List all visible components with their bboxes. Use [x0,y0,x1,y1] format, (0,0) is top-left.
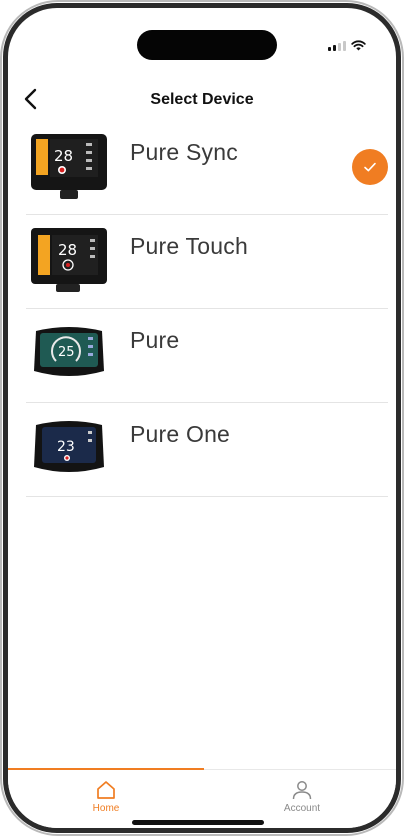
checkmark-icon [364,162,376,172]
pure-one-device-image: 23 [34,421,104,472]
pure-sync-screen-value: 28 [54,147,73,165]
device-item-pure[interactable]: 25 Pure [26,309,388,403]
tab-account[interactable]: Account [204,780,396,814]
dynamic-island [137,30,277,60]
device-item-pure-touch[interactable]: 28 Pure Touch [26,215,388,309]
tab-home[interactable]: Home [8,780,204,814]
device-name: Pure Touch [130,233,248,259]
pure-device-image: 25 [34,327,104,376]
selected-check-badge [352,149,388,185]
tab-account-label: Account [283,803,321,814]
signal-icon [328,40,346,51]
pure-touch-screen-value: 28 [58,241,77,259]
active-tab-indicator [8,768,204,770]
device-item-pure-one[interactable]: 23 Pure One [26,403,388,497]
header: Select Device [8,78,396,122]
page-title: Select Device [150,91,254,108]
home-icon [97,781,115,799]
tab-home-label: Home [92,803,120,814]
pure-touch-device-image: 28 [31,228,107,292]
pure-screen-value: 25 [58,345,75,360]
wifi-icon [351,40,366,51]
device-name: Pure One [130,421,231,447]
pure-one-screen-value: 23 [57,439,75,455]
phone-frame: Select Device 28 Pure Sync 28 Pure Touch… [3,3,401,833]
device-list: 28 Pure Sync 28 Pure Touch 25 Pure 23 Pu… [26,121,388,497]
home-indicator [132,820,264,825]
device-item-pure-sync[interactable]: 28 Pure Sync [26,121,388,215]
device-name: Pure [130,327,180,353]
user-icon [292,781,312,800]
device-name: Pure Sync [130,139,238,165]
status-bar [328,40,366,51]
pure-sync-device-image: 28 [31,134,107,199]
